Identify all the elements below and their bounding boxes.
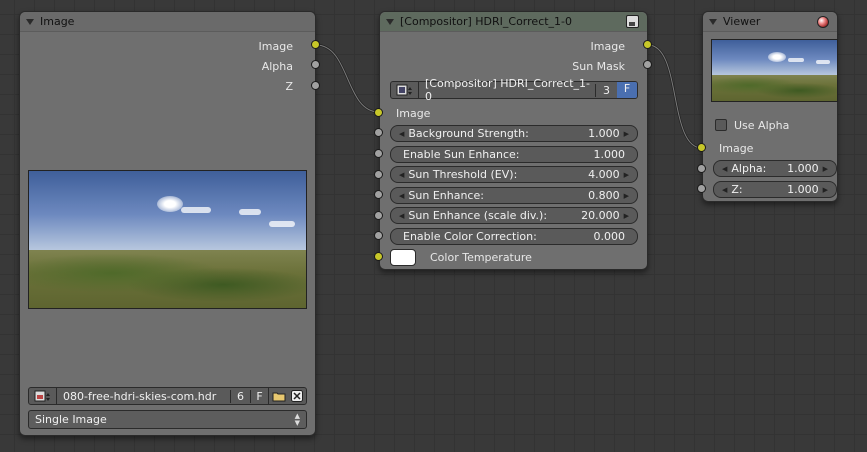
select-arrows-icon: ▲ ▼ [294, 411, 300, 427]
slider-label: Z: [731, 183, 743, 196]
output-label-image: Image [258, 40, 293, 53]
preview-sun [768, 52, 786, 62]
unlink-x-icon[interactable] [288, 388, 306, 404]
viewer-input-image-socket[interactable] [697, 143, 706, 152]
image-datablock-selector[interactable]: 080-free-hdri-skies-com.hdr 6 F [28, 387, 307, 405]
group-datablock-selector[interactable]: [Compositor] HDRI_Correct_1-0 3 F [390, 77, 638, 103]
slider-sun-enhance-scale-div[interactable]: ◀ Sun Enhance (scale div.): 20.000 ▶ [390, 207, 638, 224]
slider-value: 1.000 [787, 183, 819, 196]
image-node-output-alpha-socket[interactable] [311, 60, 320, 69]
input-label-image: Image [396, 107, 431, 120]
group-node-input-image-socket[interactable] [374, 108, 383, 117]
image-node-output-z-socket[interactable] [311, 81, 320, 90]
slider-viewer-z[interactable]: ◀ Z: 1.000 ▶ [713, 181, 837, 198]
slider-right-arrow-icon[interactable]: ▶ [823, 165, 828, 173]
group-node-header[interactable]: [Compositor] HDRI_Correct_1-0 [380, 12, 647, 32]
slider-viewer-alpha[interactable]: ◀ Alpha: 1.000 ▶ [713, 160, 837, 177]
field-label: Enable Color Correction: [403, 230, 537, 243]
preview-sun [157, 196, 183, 212]
output-label-alpha: Alpha [261, 60, 293, 73]
image-filename[interactable]: 080-free-hdri-skies-com.hdr [57, 390, 230, 403]
output-label-image: Image [590, 40, 625, 53]
slider-label: Background Strength: [408, 127, 529, 140]
slider-right-arrow-icon[interactable]: ▶ [624, 212, 629, 220]
field-value: 1.000 [593, 148, 626, 161]
group-node[interactable]: [Compositor] HDRI_Correct_1-0 Image Sun … [379, 11, 648, 270]
group-node-output-sun-mask-socket[interactable] [643, 60, 652, 69]
preview-cloud [816, 60, 830, 64]
viewer-record-icon[interactable] [817, 16, 829, 28]
preview-ground [29, 250, 306, 308]
group-node-icon[interactable] [626, 15, 639, 28]
slider-right-arrow-icon[interactable]: ▶ [823, 186, 828, 194]
group-node-input-background-strength-socket[interactable] [374, 128, 383, 137]
open-folder-icon[interactable] [268, 388, 288, 404]
slider-background-strength[interactable]: ◀ Background Strength: 1.000 ▶ [390, 125, 638, 142]
output-label-z: Z [285, 80, 293, 93]
image-preview [28, 170, 307, 309]
preview-cloud [269, 221, 295, 227]
slider-right-arrow-icon[interactable]: ▶ [624, 192, 629, 200]
color-temperature-swatch[interactable] [390, 249, 416, 266]
slider-right-arrow-icon[interactable]: ▶ [624, 130, 629, 138]
slider-label: Alpha: [731, 162, 767, 175]
preview-cloud [181, 207, 211, 213]
preview-cloud [239, 209, 261, 215]
node-collapse-arrow-icon[interactable] [386, 18, 394, 25]
viewer-input-z-socket[interactable] [697, 184, 706, 193]
slider-label: Sun Enhance (scale div.): [408, 209, 548, 222]
field-value: 0.000 [593, 230, 626, 243]
node-collapse-arrow-icon[interactable] [709, 18, 717, 25]
image-node[interactable]: Image Image Alpha Z 080-free-hdri-skies-… [19, 11, 316, 436]
slider-label: Sun Threshold (EV): [408, 168, 518, 181]
use-alpha-checkbox[interactable] [715, 119, 727, 131]
slider-value: 0.800 [588, 189, 620, 202]
viewer-input-alpha-socket[interactable] [697, 164, 706, 173]
image-source-dropdown[interactable]: Single Image ▲ ▼ [28, 410, 307, 429]
group-node-input-sun-enhance-socket[interactable] [374, 190, 383, 199]
preview-cloud [788, 58, 804, 62]
slider-sun-threshold[interactable]: ◀ Sun Threshold (EV): 4.000 ▶ [390, 166, 638, 183]
slider-value: 4.000 [588, 168, 620, 181]
image-source-value: Single Image [35, 413, 107, 426]
viewer-node-header[interactable]: Viewer [703, 12, 837, 32]
viewer-preview [711, 39, 838, 102]
image-node-title: Image [40, 15, 75, 28]
viewer-input-label-image: Image [719, 142, 754, 155]
preview-ground [712, 75, 837, 101]
slider-value: 1.000 [588, 127, 620, 140]
image-node-header[interactable]: Image [20, 12, 315, 32]
field-enable-sun-enhance[interactable]: Enable Sun Enhance: 1.000 [390, 146, 638, 163]
image-fake-user-button[interactable]: F [250, 389, 268, 403]
group-node-input-sun-enhance-scale-socket[interactable] [374, 211, 383, 220]
output-label-sun-mask: Sun Mask [572, 60, 625, 73]
group-datablock-name[interactable]: [Compositor] HDRI_Correct_1-0 [419, 77, 595, 103]
node-collapse-arrow-icon[interactable] [26, 18, 34, 25]
slider-value: 1.000 [787, 162, 819, 175]
field-enable-color-correction[interactable]: Enable Color Correction: 0.000 [390, 228, 638, 245]
group-node-output-image-socket[interactable] [643, 40, 652, 49]
group-browse-icon[interactable] [391, 82, 419, 98]
slider-sun-enhance[interactable]: ◀ Sun Enhance: 0.800 ▶ [390, 187, 638, 204]
slider-label: Sun Enhance: [408, 189, 484, 202]
viewer-node-title: Viewer [723, 15, 761, 28]
input-label-color-temperature: Color Temperature [430, 251, 532, 264]
group-node-input-color-temperature-socket[interactable] [374, 252, 383, 261]
image-users-count[interactable]: 6 [230, 389, 250, 403]
group-node-title: [Compositor] HDRI_Correct_1-0 [400, 15, 573, 28]
group-node-input-enable-sun-enhance-socket[interactable] [374, 149, 383, 158]
image-node-output-image-socket[interactable] [311, 40, 320, 49]
field-label: Enable Sun Enhance: [403, 148, 520, 161]
group-users-count[interactable]: 3 [595, 83, 617, 97]
image-browse-icon[interactable] [29, 388, 57, 404]
viewer-node[interactable]: Viewer Use Alpha Image ◀ Alpha: 1.000 ▶ … [702, 11, 838, 202]
slider-right-arrow-icon[interactable]: ▶ [624, 171, 629, 179]
slider-value: 20.000 [581, 209, 620, 222]
group-node-input-sun-threshold-socket[interactable] [374, 170, 383, 179]
group-node-input-enable-color-correction-socket[interactable] [374, 231, 383, 240]
group-fake-user-button[interactable]: F [617, 82, 637, 98]
use-alpha-label: Use Alpha [734, 119, 790, 132]
